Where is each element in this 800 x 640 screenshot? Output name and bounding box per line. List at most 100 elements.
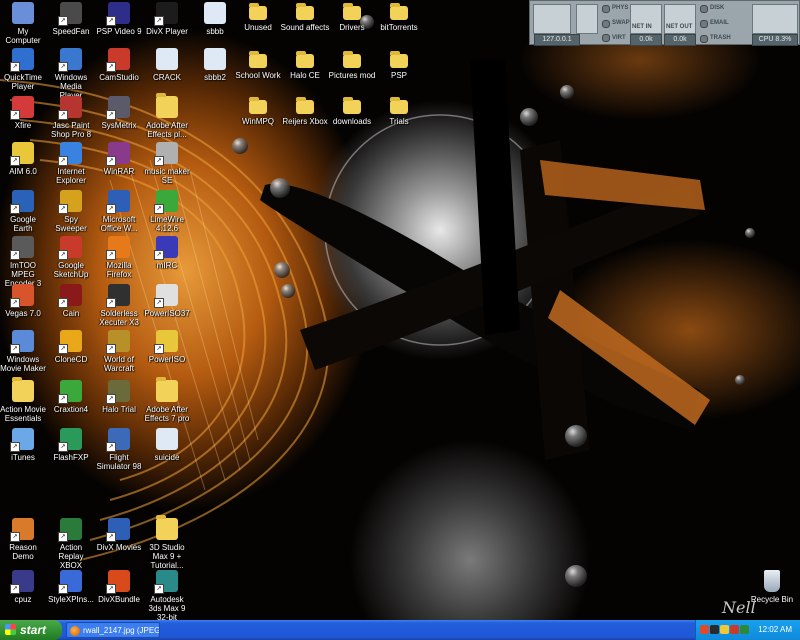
desktop-icon[interactable]: ↗ImTOO MPEG Encoder 3 [0, 236, 46, 288]
desktop-icon[interactable]: ↗ World of Warcraft [96, 330, 142, 373]
desktop-icon[interactable]: My Computer [0, 2, 46, 45]
desktop-folder[interactable]: Trials [374, 96, 424, 126]
cpu-usage: CPU 8.3% [752, 34, 798, 46]
desktop-icon[interactable]: ↗ Reason Demo [0, 518, 46, 561]
desktop-icon[interactable]: ↗ music maker SE [144, 142, 190, 185]
desktop-icon[interactable]: ↗ Jasc Paint Shop Pro 8 [48, 96, 94, 139]
desktop-icon[interactable]: ↗ DivX Movies [96, 518, 142, 552]
desktop-icon[interactable]: ↗Windows Media Player [48, 48, 94, 100]
desktop-icon[interactable]: ↗ DivX Player [144, 2, 190, 36]
desktop-icon-label: DivX Movies [96, 543, 142, 552]
desktop-icon[interactable]: ↗ PSP Video 9 [96, 2, 142, 36]
desktop-icon[interactable]: ↗ Google Earth [0, 190, 46, 233]
desktop-icon[interactable]: ↗ Windows Movie Maker [0, 330, 46, 373]
desktop-icon-image: ↗ [58, 142, 82, 166]
desktop-folder[interactable]: Unused [233, 2, 283, 32]
tray-app-icon[interactable] [700, 625, 709, 634]
desktop-icon[interactable]: ↗ mIRC [144, 236, 190, 270]
desktop-icon[interactable]: Action Movie Essentials [0, 377, 46, 423]
desktop-icon[interactable]: suicide [144, 428, 190, 462]
desktop-icon-label: Xfire [14, 121, 32, 130]
desktop-icon[interactable]: ↗ FlashFXP [48, 428, 94, 462]
desktop-icon-image: ↗ [10, 428, 34, 452]
shortcut-arrow-icon: ↗ [106, 344, 116, 354]
desktop-icon[interactable]: ↗ AIM 6.0 [0, 142, 46, 176]
desktop-icon[interactable]: ↗ Craxtion4 [48, 380, 94, 414]
desktop-icon[interactable]: ↗ Halo Trial [96, 380, 142, 414]
desktop-icon[interactable]: ↗ StyleXPIns... [48, 570, 94, 604]
desktop-icon-label: sbbb [206, 27, 224, 36]
desktop-icon-label: DivX Player [146, 27, 188, 36]
desktop-icon-image [12, 377, 34, 402]
desktop-icon[interactable]: Adobe After Effects pl... [144, 93, 190, 139]
start-button[interactable]: start [0, 620, 62, 640]
net-out-value: 0.0k [664, 34, 696, 46]
desktop-icon[interactable]: ↗ PowerISO [144, 330, 190, 364]
tray-monitor-icon[interactable] [740, 625, 749, 634]
desktop-icon[interactable]: ↗ iTunes [0, 428, 46, 462]
desktop-icon[interactable]: ↗ Cain [48, 284, 94, 318]
folder-label: Trials [389, 117, 409, 126]
water-drop [270, 178, 290, 198]
tray-security-icon[interactable] [730, 625, 739, 634]
desktop-icon-image: ↗ [106, 2, 130, 26]
desktop-icon[interactable]: 3D Studio Max 9 + Tutorial... [144, 515, 190, 570]
shortcut-arrow-icon: ↗ [154, 16, 164, 26]
desktop-icon-label: Adobe After Effects 7 pro [144, 405, 190, 423]
desktop-folder[interactable]: bitTorrents [374, 2, 424, 32]
desktop-icon[interactable]: ↗ PowerISO37 [144, 284, 190, 318]
desktop-icon[interactable]: ↗ Action Replay XBOX [48, 518, 94, 570]
desktop-icon[interactable]: ↗ Xfire [0, 96, 46, 130]
desktop-icon-image: ↗ [154, 190, 178, 214]
desktop-icon-label: SysMetrix [101, 121, 137, 130]
desktop-icon[interactable]: ↗ DivXBundle [96, 570, 142, 604]
virt-led [602, 34, 610, 42]
desktop-icon[interactable]: ↗ cpuz [0, 570, 46, 604]
desktop-icon-image: ↗ [58, 518, 82, 542]
desktop-folder[interactable]: PSP [374, 50, 424, 80]
shortcut-arrow-icon: ↗ [58, 442, 68, 452]
trash-led [700, 35, 708, 43]
desktop-icon[interactable]: ↗ Vegas 7.0 [0, 284, 46, 318]
desktop-icon-image [156, 48, 178, 70]
desktop-icon[interactable]: ↗ Flight Simulator 98 [96, 428, 142, 471]
desktop-icon[interactable]: Adobe After Effects 7 pro [144, 377, 190, 423]
taskbar-clock[interactable]: 12:02 AM [758, 620, 792, 640]
taskbar-button-image-viewer[interactable]: rwall_2147.jpg (JPEG... [66, 622, 160, 638]
desktop-icon[interactable]: ↗ LimeWire 4.12.6 [144, 190, 190, 233]
net-in-value: 0.0k [630, 34, 662, 46]
tray-network-icon[interactable] [710, 625, 719, 634]
water-drop [274, 262, 290, 278]
firefox-icon [70, 626, 80, 636]
shortcut-arrow-icon: ↗ [10, 62, 20, 72]
desktop-icon[interactable]: ↗ Mozilla Firefox [96, 236, 142, 279]
desktop-folder[interactable]: WinMPQ [233, 96, 283, 126]
desktop-icon[interactable]: ↗ CamStudio [96, 48, 142, 82]
shortcut-arrow-icon: ↗ [10, 156, 20, 166]
desktop-folder[interactable]: Halo CE [280, 50, 330, 80]
desktop-icon[interactable]: ↗ QuickTime Player [0, 48, 46, 91]
tray-volume-icon[interactable] [720, 625, 729, 634]
desktop-icon[interactable]: sbbb2 [192, 48, 238, 82]
desktop-icon[interactable]: ↗ WinRAR [96, 142, 142, 176]
desktop-icon[interactable]: ↗ Autodesk 3ds Max 9 32-bit [144, 570, 190, 620]
desktop-folder[interactable]: Sound affects [280, 2, 330, 32]
desktop-icon-label: CRACK [152, 73, 181, 82]
desktop-folder[interactable]: Reijers Xbox [280, 96, 330, 126]
desktop-icon[interactable]: ↗ CloneCD [48, 330, 94, 364]
desktop-icon[interactable]: ↗ SysMetrix [96, 96, 142, 130]
desktop-icon[interactable]: ↗Solderless Xecuter X3 ... [96, 284, 142, 336]
swap-led [602, 20, 610, 28]
desktop-icon[interactable]: sbbb [192, 2, 238, 36]
desktop-folder[interactable]: Pictures mod [327, 50, 377, 80]
shortcut-arrow-icon: ↗ [106, 250, 116, 260]
desktop-folder[interactable]: Drivers [327, 2, 377, 32]
desktop-icon[interactable]: ↗ Internet Explorer [48, 142, 94, 185]
desktop-icon[interactable]: ↗ Microsoft Office W... [96, 190, 142, 233]
desktop-folder[interactable]: downloads [327, 96, 377, 126]
desktop-folder[interactable]: School Work [233, 50, 283, 80]
desktop-icon[interactable]: ↗ Spy Sweeper [48, 190, 94, 233]
desktop-icon[interactable]: ↗ SpeedFan [48, 2, 94, 36]
desktop-icon[interactable]: CRACK [144, 48, 190, 82]
desktop-icon[interactable]: ↗ Google SketchUp [48, 236, 94, 279]
